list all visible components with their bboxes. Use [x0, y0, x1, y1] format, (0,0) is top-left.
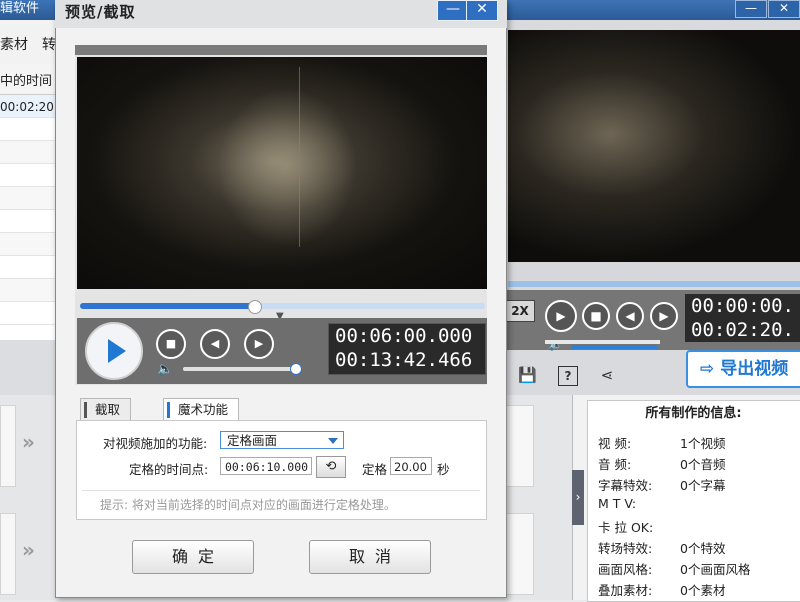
info-label: 视 频: — [598, 436, 632, 451]
main-video-preview — [508, 30, 800, 262]
function-select[interactable]: 定格画面 — [220, 431, 344, 449]
tab-magic-functions[interactable]: 魔术功能 — [163, 398, 240, 422]
main-time-display: 00:00:00. 00:02:20. — [685, 294, 800, 342]
timeline-card[interactable] — [0, 405, 16, 487]
function-select-value: 定格画面 — [227, 433, 278, 448]
list-item — [0, 141, 58, 164]
freeze-time-input[interactable]: 00:06:10.000 — [220, 457, 312, 475]
chevron-down-icon — [328, 438, 338, 444]
dialog-volume-slider[interactable] — [183, 367, 301, 371]
main-stop-button[interactable]: ■ — [582, 302, 610, 330]
main-time-current: 00:00:00. — [691, 295, 794, 317]
list-item — [0, 210, 58, 233]
tab-convert[interactable]: 转 — [42, 34, 56, 54]
list-item — [0, 233, 58, 256]
info-label: 音 频: — [598, 457, 632, 472]
seconds-unit-label: 秒 — [437, 462, 450, 477]
share-icon[interactable]: ⋖ — [598, 366, 616, 384]
pick-current-time-button[interactable]: ⟲ — [316, 456, 346, 478]
cancel-button[interactable]: 取消 — [309, 540, 431, 574]
dialog-play-button[interactable] — [85, 322, 143, 380]
dialog-time-display: 00:06:00.000 00:13:42.466 — [328, 323, 486, 375]
dialog-player-top-bar — [75, 45, 487, 55]
list-item — [0, 302, 58, 325]
info-label: 卡 拉 OK: — [598, 520, 654, 535]
tab-materials[interactable]: 素材 — [0, 34, 28, 54]
export-video-button[interactable]: ⇨ 导出视频 — [686, 350, 800, 388]
main-prev-frame-button[interactable]: ◀ — [616, 302, 644, 330]
dialog-title: 预览/截取 — [65, 3, 136, 21]
dialog-time-current: 00:06:00.000 — [335, 325, 473, 347]
main-volume-fill — [572, 345, 657, 349]
list-item — [0, 164, 58, 187]
list-item — [0, 187, 58, 210]
list-item — [0, 118, 58, 141]
file-list — [0, 95, 58, 340]
dialog-minimize-button[interactable]: — — [437, 0, 469, 21]
info-value: 0个音频 — [680, 457, 726, 472]
main-video-footer — [508, 262, 800, 280]
main-time-total: 00:02:20. — [691, 319, 794, 341]
info-title: 所有制作的信息: — [645, 406, 742, 421]
export-label: 导出视频 — [720, 359, 789, 379]
ok-button[interactable]: 确定 — [132, 540, 254, 574]
function-label: 对视频施加的功能: — [103, 436, 208, 451]
hint-text: 提示: 将对当前选择的时间点对应的画面进行定格处理。 — [100, 498, 396, 512]
freeze-duration-input[interactable]: 20.00 — [390, 457, 432, 475]
info-value: 0个画面风格 — [680, 562, 751, 577]
tab-capture[interactable]: 截取 — [80, 398, 132, 421]
main-progress-bar[interactable] — [508, 281, 800, 287]
info-label: 字幕特效: — [598, 478, 653, 493]
dialog-close-button[interactable]: ✕ — [466, 0, 498, 21]
list-item — [0, 279, 58, 302]
info-value: 0个特效 — [680, 541, 726, 556]
dialog-video-preview — [77, 57, 487, 289]
volume-icon[interactable]: 🔈 — [157, 362, 173, 377]
clock-arrow-icon: ⟲ — [325, 459, 337, 474]
help-icon[interactable]: ? — [558, 366, 578, 386]
collapse-panel-button[interactable]: › — [572, 470, 584, 525]
hint-divider — [82, 490, 480, 491]
tab-capture-label: 截取 — [95, 402, 121, 417]
separator-band — [0, 340, 60, 395]
dialog-prev-frame-button[interactable]: ◀ — [200, 329, 230, 359]
info-label: M T V: — [598, 496, 637, 511]
list-item-time: 00:02:20. — [0, 100, 58, 114]
tab-magic-label: 魔术功能 — [178, 402, 229, 417]
main-minimize-button[interactable]: — — [735, 0, 767, 18]
main-next-frame-button[interactable]: ▶ — [650, 302, 678, 330]
freeze-time-label: 定格的时间点: — [129, 462, 209, 477]
freeze-duration-label: 定格 — [362, 462, 388, 477]
dialog-next-frame-button[interactable]: ▶ — [244, 329, 274, 359]
play-icon — [108, 339, 126, 363]
info-value: 0个字幕 — [680, 478, 726, 493]
chevron-right-icon: » — [22, 430, 35, 454]
list-item — [0, 256, 58, 279]
info-value: 0个素材 — [680, 583, 726, 598]
export-icon: ⇨ — [700, 359, 715, 379]
info-label: 画面风格: — [598, 562, 653, 577]
chevron-right-icon: » — [22, 538, 35, 562]
main-window-title: 辑软件 — [0, 1, 40, 16]
main-play-button[interactable]: ▶ — [545, 300, 577, 332]
info-label: 叠加素材: — [598, 583, 653, 598]
dialog-progress-fill — [80, 303, 255, 309]
dialog-stop-button[interactable]: ■ — [156, 329, 186, 359]
dialog-volume-thumb[interactable] — [290, 363, 303, 375]
main-volume-track[interactable] — [545, 340, 660, 344]
playback-speed-button[interactable]: 2X — [505, 300, 535, 322]
main-close-button[interactable]: ✕ — [768, 0, 800, 18]
save-icon[interactable]: 💾 — [518, 366, 537, 384]
dialog-time-total: 00:13:42.466 — [335, 349, 473, 371]
column-header-time[interactable]: 中的时间 — [0, 70, 52, 89]
timeline-card[interactable] — [0, 513, 16, 595]
info-value: 1个视频 — [680, 436, 726, 451]
info-label: 转场特效: — [598, 541, 653, 556]
